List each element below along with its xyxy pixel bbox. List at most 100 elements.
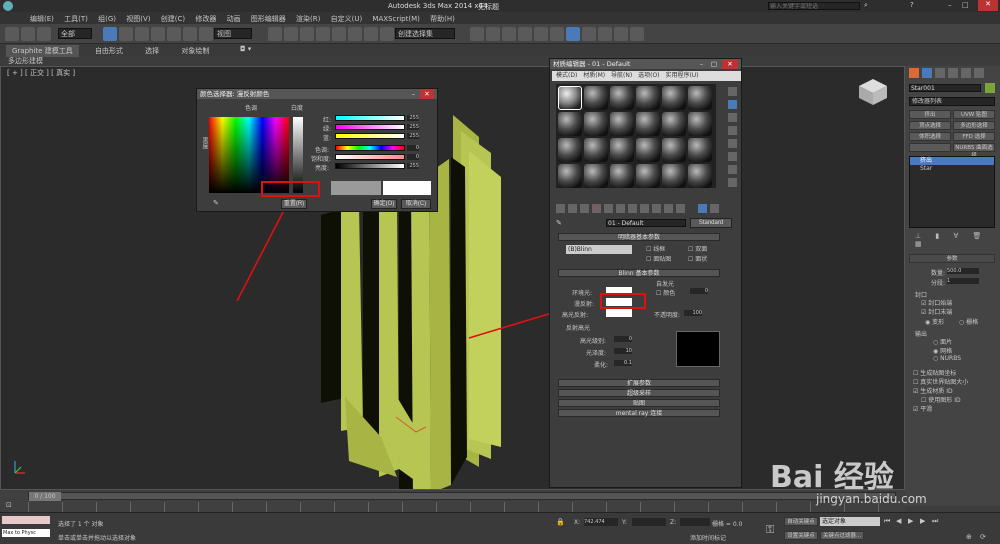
- material-type-button[interactable]: Standard: [690, 218, 732, 228]
- unlink-icon[interactable]: [21, 27, 35, 41]
- spinner-snap-icon[interactable]: [363, 27, 378, 41]
- play-icon[interactable]: ▶: [908, 517, 913, 525]
- mod-button-vol-select[interactable]: 体积选择: [909, 132, 951, 141]
- grid-radio[interactable]: ○ 栅格: [959, 317, 978, 326]
- menu-create[interactable]: 创建(C): [161, 14, 185, 24]
- use-shape-id-checkbox[interactable]: ☐ 使用图形 ID: [921, 395, 961, 404]
- supersampling-rollout[interactable]: 超级采样: [558, 389, 720, 397]
- layer-icon[interactable]: [502, 27, 517, 41]
- maxscript-listener[interactable]: [2, 516, 50, 524]
- material-editor-icon[interactable]: [566, 27, 581, 41]
- shader-type-dropdown[interactable]: (B)Blinn: [566, 245, 632, 254]
- sample-slot[interactable]: [584, 164, 608, 188]
- go-sibling-icon[interactable]: [676, 204, 685, 213]
- sample-type-icon[interactable]: [728, 87, 737, 96]
- maximize-icon[interactable]: □: [962, 1, 969, 9]
- spec-level-value[interactable]: 0: [614, 336, 632, 342]
- me-menu-utilities[interactable]: 实用程序(U): [665, 72, 698, 79]
- render-frame-icon[interactable]: [598, 27, 613, 41]
- background-icon[interactable]: [728, 113, 737, 122]
- dialog-close-icon[interactable]: ✕: [420, 89, 434, 99]
- shader-rollout-header[interactable]: 明暗器基本参数: [558, 233, 720, 241]
- red-value[interactable]: 255: [407, 115, 419, 121]
- render-icon[interactable]: [614, 27, 629, 41]
- amount-value[interactable]: 500.0: [947, 268, 979, 274]
- me-menu-navigation[interactable]: 导航(N): [611, 72, 632, 79]
- real-world-map-checkbox[interactable]: ☐ 真实世界贴图大小: [913, 377, 968, 386]
- assign-material-icon[interactable]: [580, 204, 589, 213]
- create-tab-icon[interactable]: [909, 68, 919, 78]
- hue-value[interactable]: 0: [407, 145, 419, 151]
- orbit-icon[interactable]: ⟳: [980, 533, 986, 541]
- eyedropper-icon[interactable]: ✎: [213, 199, 219, 207]
- reference-coord-dropdown[interactable]: 视图: [214, 28, 252, 39]
- y-coord-value[interactable]: [632, 518, 666, 526]
- cap-start-checkbox[interactable]: ☑ 封口始端: [921, 298, 952, 307]
- minimize-icon[interactable]: –: [948, 1, 952, 9]
- morph-radio[interactable]: ◉ 变形: [925, 317, 944, 326]
- sample-slot[interactable]: [688, 112, 712, 136]
- mini-curve-icon[interactable]: ⊡: [6, 501, 12, 509]
- maps-rollout[interactable]: 贴图: [558, 399, 720, 407]
- auto-key-button[interactable]: 自动关键点: [784, 517, 818, 526]
- gen-material-id-checkbox[interactable]: ☑ 生成材质 ID: [913, 386, 953, 395]
- curve-editor-icon[interactable]: [534, 27, 549, 41]
- sample-slot[interactable]: [662, 112, 686, 136]
- sample-slot[interactable]: [558, 86, 582, 110]
- sample-slot[interactable]: [688, 164, 712, 188]
- menu-animation[interactable]: 动画: [227, 14, 241, 24]
- rotate-icon[interactable]: [183, 27, 198, 41]
- material-id-icon[interactable]: [628, 204, 637, 213]
- sample-slot[interactable]: [558, 112, 582, 136]
- sample-slot[interactable]: [584, 86, 608, 110]
- show-background-icon[interactable]: [698, 204, 707, 213]
- mental-ray-rollout[interactable]: mental ray 连接: [558, 409, 720, 417]
- app-logo-icon[interactable]: [3, 1, 13, 11]
- opacity-value[interactable]: 100: [684, 310, 702, 316]
- menu-edit[interactable]: 编辑(E): [30, 14, 54, 24]
- menu-tools[interactable]: 工具(T): [64, 14, 88, 24]
- ok-button[interactable]: 确定(O): [371, 199, 397, 209]
- maxscript-mini[interactable]: Max to Physc: [2, 529, 50, 537]
- manipulate-icon[interactable]: [283, 27, 298, 41]
- z-coord-value[interactable]: [680, 518, 710, 526]
- smooth-checkbox[interactable]: ☑ 平滑: [913, 404, 932, 413]
- value-strip[interactable]: [335, 163, 405, 169]
- get-material-icon[interactable]: [556, 204, 565, 213]
- mod-button-poly-select[interactable]: 多边形选择: [953, 121, 995, 130]
- time-slider-thumb[interactable]: 0 / 100: [29, 492, 61, 501]
- sample-slot[interactable]: [584, 112, 608, 136]
- sample-slot[interactable]: [688, 138, 712, 162]
- put-to-scene-icon[interactable]: [568, 204, 577, 213]
- blue-value[interactable]: 255: [407, 133, 419, 139]
- modify-tab-icon[interactable]: [922, 68, 932, 78]
- sample-slot[interactable]: [610, 138, 634, 162]
- window-crossing-icon[interactable]: [151, 27, 166, 41]
- modifier-stack[interactable]: 挤出 Star: [909, 156, 995, 228]
- glossiness-value[interactable]: 10: [614, 348, 632, 354]
- bind-space-warp-icon[interactable]: [37, 27, 51, 41]
- sample-slot[interactable]: [662, 138, 686, 162]
- menu-rendering[interactable]: 渲染(R): [296, 14, 320, 24]
- sample-slot[interactable]: [610, 164, 634, 188]
- menu-customize[interactable]: 自定义(U): [331, 14, 363, 24]
- sample-slot[interactable]: [636, 86, 660, 110]
- mod-button-extrude[interactable]: 挤出: [909, 110, 951, 119]
- me-minimize-icon[interactable]: –: [700, 59, 703, 69]
- params-rollout-header[interactable]: 参数: [909, 254, 995, 263]
- me-menu-options[interactable]: 选项(O): [638, 72, 659, 79]
- patch-radio[interactable]: ○ 面片: [933, 337, 952, 346]
- close-icon[interactable]: ✕: [978, 0, 998, 11]
- ribbon-toggle-icon[interactable]: ◘ ▾: [240, 45, 251, 53]
- select-object-icon[interactable]: [103, 27, 118, 41]
- selected-object-dropdown[interactable]: 选定对象: [820, 517, 880, 526]
- search-input[interactable]: [768, 2, 860, 10]
- go-parent-icon[interactable]: [664, 204, 673, 213]
- segments-value[interactable]: 1: [947, 278, 979, 284]
- make-unique-stack-icon[interactable]: ∀: [953, 232, 958, 240]
- object-name-field[interactable]: [909, 84, 981, 92]
- sample-slot[interactable]: [558, 164, 582, 188]
- remove-modifier-icon[interactable]: 🗑: [972, 232, 981, 240]
- search-icon[interactable]: ⌕: [864, 1, 868, 10]
- options-icon[interactable]: [728, 165, 737, 174]
